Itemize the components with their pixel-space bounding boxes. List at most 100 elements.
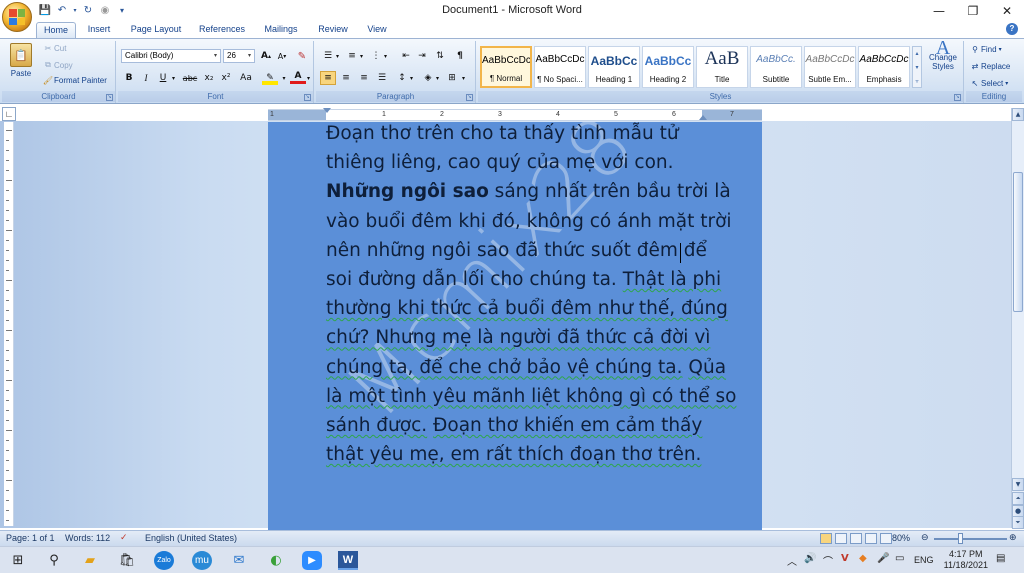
clear-formatting-icon[interactable]: ✎ xyxy=(294,49,310,63)
style-title[interactable]: AaB Title xyxy=(696,46,748,88)
outline-icon[interactable] xyxy=(865,533,877,544)
zalo-icon[interactable]: Zalo xyxy=(154,551,174,570)
tab-home[interactable]: Home xyxy=(36,22,76,38)
increase-indent-icon[interactable]: ⇥ xyxy=(414,49,430,63)
network-icon[interactable]: ⌒ xyxy=(823,553,833,568)
style-emphasis[interactable]: AaBbCcDc Emphasis xyxy=(858,46,910,88)
undo-dropdown-icon[interactable]: ▾ xyxy=(72,3,78,17)
replace-button[interactable]: ⇄ Replace xyxy=(969,62,1011,71)
paragraph-launcher-icon[interactable]: ↘ xyxy=(466,94,473,101)
tab-mailings[interactable]: Mailings xyxy=(258,22,304,38)
show-formatting-icon[interactable]: ¶ xyxy=(452,49,468,63)
input-language[interactable]: ENG xyxy=(914,555,934,565)
font-color-button[interactable]: A xyxy=(290,71,306,84)
zoom-app-icon[interactable]: ▶ xyxy=(302,551,322,570)
tab-view[interactable]: View xyxy=(360,22,394,38)
vertical-scrollbar[interactable]: ▲ ▼ ⏶ ● ⏷ xyxy=(1011,108,1024,529)
zoom-slider-thumb[interactable] xyxy=(958,533,963,544)
word-count[interactable]: Words: 112 xyxy=(65,533,110,543)
coc-coc-icon[interactable]: ◐ xyxy=(266,551,286,570)
superscript-button[interactable]: x² xyxy=(218,71,234,85)
style-heading-2[interactable]: AaBbCc Heading 2 xyxy=(642,46,694,88)
tab-references[interactable]: References xyxy=(194,22,250,38)
borders-icon[interactable]: ⊞ xyxy=(444,71,460,85)
zoom-in-icon[interactable]: ⊕ xyxy=(1009,533,1017,543)
decrease-indent-icon[interactable]: ⇤ xyxy=(398,49,414,63)
print-layout-icon[interactable] xyxy=(820,533,832,544)
document-body[interactable]: Đoạn thơ trên cho ta thấy tình mẫu tử thi… xyxy=(326,122,736,469)
microphone-icon[interactable]: 🎤 xyxy=(877,553,889,564)
zoom-out-icon[interactable]: ⊖ xyxy=(921,533,929,543)
chevron-down-icon[interactable]: ▾ xyxy=(211,50,220,62)
style-subtitle[interactable]: AaBbCc. Subtitle xyxy=(750,46,802,88)
font-size-combo[interactable]: 26 ▾ xyxy=(223,49,255,63)
save-icon[interactable]: 💾 xyxy=(38,3,52,17)
windows-start-icon[interactable]: ⊞ xyxy=(8,551,28,570)
document-line[interactable]: thiêng liêng, cao quý của mẹ với con. xyxy=(326,148,706,177)
scroll-up-icon[interactable]: ▲ xyxy=(1012,108,1024,121)
close-button[interactable]: ✕ xyxy=(990,0,1024,21)
right-indent-marker[interactable] xyxy=(699,115,707,120)
horizontal-ruler[interactable]: 1 1 2 3 4 5 6 7 xyxy=(268,108,762,121)
paste-button[interactable]: 📋 Paste xyxy=(6,43,36,78)
battery-icon[interactable]: ▭ xyxy=(895,553,904,564)
style-normal[interactable]: AaBbCcDc ¶ Normal xyxy=(480,46,532,88)
tab-review[interactable]: Review xyxy=(312,22,354,38)
office-button[interactable] xyxy=(2,2,32,32)
styles-scroll[interactable]: ▴ ▾ ▿ xyxy=(912,46,922,88)
document-line[interactable]: sánh được. Đoạn thơ khiến em cảm thấy xyxy=(326,411,706,440)
restore-button[interactable]: ❐ xyxy=(956,0,990,21)
select-button[interactable]: ↖ Select ▾ xyxy=(969,79,1009,88)
change-styles-button[interactable]: A Change Styles xyxy=(924,38,962,71)
redo-icon[interactable]: ↻ xyxy=(81,3,95,17)
font-name-combo[interactable]: Calibri (Body) ▾ xyxy=(121,49,221,63)
shrink-font-button[interactable]: A ▾ xyxy=(274,49,290,63)
highlight-icon[interactable]: ✎ xyxy=(262,71,278,85)
search-icon[interactable]: ⚲ xyxy=(44,551,64,570)
taskbar-clock[interactable]: 4:17 PM 11/18/2021 xyxy=(944,549,988,571)
language-indicator[interactable]: English (United States) xyxy=(145,533,237,543)
document-line[interactable]: chứ? Nhưng mẹ là người đã thức cả đời vì xyxy=(326,323,710,352)
font-color-dropdown-icon[interactable]: ▾ xyxy=(305,71,312,85)
style-subtle-emphasis[interactable]: AaBbCcDc Subtle Em... xyxy=(804,46,856,88)
change-case-button[interactable]: Aa xyxy=(236,71,256,85)
bullets-dropdown-icon[interactable]: ▾ xyxy=(334,49,341,63)
first-line-indent-marker[interactable] xyxy=(323,108,331,113)
align-left-icon[interactable]: ≡ xyxy=(320,71,336,85)
tray-app-icon[interactable]: ◆ xyxy=(859,553,867,564)
mail-icon[interactable]: ✉ xyxy=(229,551,249,570)
zoom-level[interactable]: 80% xyxy=(892,533,910,543)
find-button[interactable]: ⚲ Find ▾ xyxy=(969,45,1002,54)
help-icon[interactable]: ? xyxy=(1006,23,1018,35)
document-line[interactable]: vào buổi đêm khi đó, không có ánh mặt tr… xyxy=(326,207,732,236)
show-hidden-icons-icon[interactable]: ︿ xyxy=(787,553,797,568)
document-line[interactable]: Những ngôi sao sáng nhất trên bầu trời l… xyxy=(326,177,731,206)
line-spacing-dropdown-icon[interactable]: ▾ xyxy=(408,71,415,85)
numbering-dropdown-icon[interactable]: ▾ xyxy=(358,49,365,63)
proofing-icon[interactable]: ✓ xyxy=(120,533,128,543)
copy-button[interactable]: ⧉ Copy xyxy=(42,60,73,70)
strikethrough-button[interactable]: abc xyxy=(180,71,200,85)
minimize-button[interactable]: — xyxy=(922,0,956,21)
scroll-down-icon[interactable]: ▼ xyxy=(1012,478,1024,491)
justify-icon[interactable]: ☰ xyxy=(374,71,390,85)
customize-qat-icon[interactable]: ▾ xyxy=(115,3,129,17)
notifications-icon[interactable]: ▤ xyxy=(996,553,1005,564)
clipboard-launcher-icon[interactable]: ↘ xyxy=(106,94,113,101)
draft-icon[interactable] xyxy=(880,533,892,544)
zoom-slider[interactable] xyxy=(934,538,1007,540)
multilevel-dropdown-icon[interactable]: ▾ xyxy=(382,49,389,63)
borders-dropdown-icon[interactable]: ▾ xyxy=(460,71,467,85)
previous-page-icon[interactable]: ⏶ xyxy=(1012,492,1024,505)
font-launcher-icon[interactable]: ↘ xyxy=(304,94,311,101)
web-layout-icon[interactable] xyxy=(850,533,862,544)
word-icon[interactable]: W xyxy=(338,551,358,570)
document-line[interactable]: soi đường dẫn lối cho chúng ta. Thật là … xyxy=(326,265,721,294)
tab-insert[interactable]: Insert xyxy=(80,22,118,38)
document-line[interactable]: chúng ta, để che chở bảo vệ chúng ta. Qủ… xyxy=(326,353,726,382)
style-no-spacing[interactable]: AaBbCcDc ¶ No Spaci... xyxy=(534,46,586,88)
undo-icon[interactable]: ↶ xyxy=(55,3,69,17)
volume-icon[interactable]: 🔊 xyxy=(804,553,816,564)
chevron-down-icon[interactable]: ▾ xyxy=(245,50,254,62)
document-page[interactable]: Mcmix28 Đoạn thơ trên cho ta thấy tình m… xyxy=(268,122,762,532)
